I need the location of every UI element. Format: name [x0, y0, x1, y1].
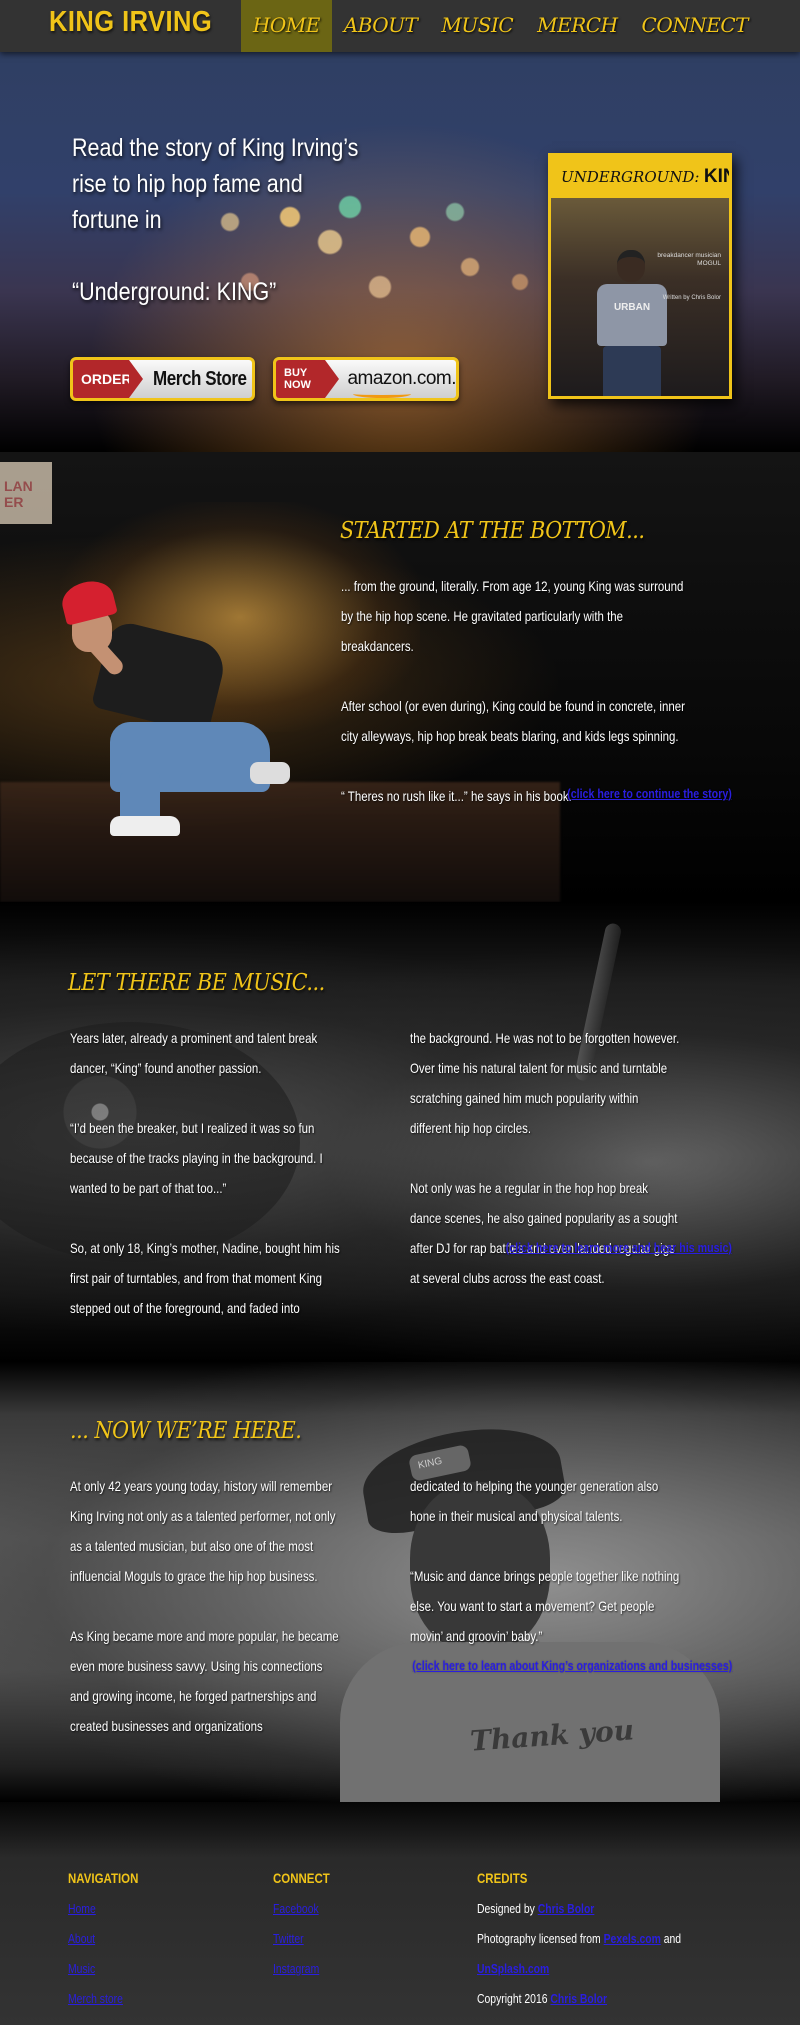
footer-link-merch[interactable]: Merch store	[68, 1984, 137, 2014]
top-nav: KING IRVING HOME ABOUT MUSIC MERCH CONNE…	[0, 0, 800, 52]
book-cover[interactable]: UNDERGROUND: KING URBAN breakdancer musi…	[548, 153, 732, 399]
order-tag: ORDER	[73, 360, 143, 398]
footer-link-home[interactable]: Home	[68, 1894, 137, 1924]
amazon-smile-icon	[353, 390, 412, 398]
footer-connect: CONNECT Facebook Twitter Instagram	[273, 1870, 342, 1984]
section-title: LET THERE BE MUSIC...	[68, 970, 325, 996]
designer-credit: Designed by Chris Bolor	[477, 1894, 681, 1924]
merch-store-label: Merch Store	[153, 367, 247, 390]
footer-heading: CREDITS	[477, 1870, 528, 1886]
main-menu: HOME ABOUT MUSIC MERCH CONNECT	[240, 0, 760, 52]
copyright-link[interactable]: Chris Bolor	[550, 1991, 607, 2006]
footer-navigation: NAVIGATION Home About Music Merch store	[68, 1870, 154, 2014]
nav-music[interactable]: MUSIC	[429, 0, 525, 52]
background-sign: LAN ER	[0, 462, 52, 524]
footer-link-about[interactable]: About	[68, 1924, 137, 1954]
copyright: Copyright 2016 Chris Bolor	[477, 1984, 681, 2014]
footer-link-twitter[interactable]: Twitter	[273, 1924, 328, 1954]
now-paragraph: At only 42 years young today, history wi…	[70, 1478, 336, 1584]
now-paragraph: As King became more and more popular, he…	[70, 1628, 339, 1734]
hero-book-title: “Underground: KING”	[72, 278, 277, 306]
hero-intro: Read the story of King Irving’s rise to …	[72, 134, 359, 234]
book-title-italic: UNDERGROUND:	[561, 168, 700, 186]
nav-home[interactable]: HOME	[240, 0, 332, 52]
photo-credit-2: UnSplash.com	[477, 1954, 681, 1984]
footer-link-facebook[interactable]: Facebook	[273, 1894, 328, 1924]
book-shirt-text: URBAN	[613, 302, 651, 313]
music-paragraph: the background. He was not to be forgott…	[410, 1030, 680, 1136]
now-section: KING Thank you ... NOW WE’RE HERE. At on…	[0, 1362, 800, 1802]
organizations-link[interactable]: (click here to learn about King’s organi…	[412, 1658, 732, 1673]
book-photo: URBAN breakdancer musician MOGUL Written…	[551, 198, 729, 396]
photo-credit: Photography licensed from Pexels.com and	[477, 1924, 681, 1954]
breakdancer-image	[50, 576, 290, 842]
brand-logo[interactable]: KING IRVING	[49, 6, 212, 39]
story-paragraph: ... from the ground, literally. From age…	[341, 578, 684, 654]
story-section: LAN ER STARTED AT THE BOTTOM... ... from…	[0, 452, 800, 902]
music-paragraph: “I’d been the breaker, but I realized it…	[70, 1120, 323, 1196]
footer-credits: CREDITS Designed by Chris Bolor Photogra…	[477, 1870, 732, 2014]
footer-link-instagram[interactable]: Instagram	[273, 1954, 328, 1984]
footer-link-music[interactable]: Music	[68, 1954, 137, 1984]
book-title-bold: KING	[703, 166, 729, 187]
music-paragraph: Years later, already a prominent and tal…	[70, 1030, 318, 1076]
credit-text: Copyright 2016	[477, 1991, 551, 2006]
music-section: LET THERE BE MUSIC... Years later, alrea…	[0, 902, 800, 1362]
now-paragraph: “Music and dance brings people together …	[410, 1568, 680, 1644]
pexels-link[interactable]: Pexels.com	[604, 1931, 661, 1946]
footer-heading: CONNECT	[273, 1870, 330, 1886]
footer-heading: NAVIGATION	[68, 1870, 139, 1886]
continue-story-link[interactable]: (click here to continue the story)	[567, 786, 732, 801]
nav-merch[interactable]: MERCH	[525, 0, 629, 52]
music-paragraph: So, at only 18, King’s mother, Nadine, b…	[70, 1240, 340, 1316]
amazon-buy-button[interactable]: BUY NOW amazon.com.	[273, 357, 459, 401]
now-paragraph: dedicated to helping the younger generat…	[410, 1478, 659, 1524]
music-paragraph: Not only was he a regular in the hop hop…	[410, 1180, 678, 1286]
nav-about[interactable]: ABOUT	[332, 0, 430, 52]
book-figure-image: URBAN	[587, 250, 677, 396]
footer: NAVIGATION Home About Music Merch store …	[0, 1802, 800, 2025]
music-text-col1: Years later, already a prominent and tal…	[70, 1023, 341, 1323]
book-blurb: breakdancer musician MOGUL	[657, 252, 721, 267]
now-text-col2: dedicated to helping the younger generat…	[410, 1471, 681, 1651]
story-text: ... from the ground, literally. From age…	[341, 571, 694, 811]
amazon-logo-text: amazon.com.	[347, 368, 456, 389]
credit-text: Photography licensed from	[477, 1931, 604, 1946]
book-author: Written by Chris Bolor	[662, 295, 721, 301]
amazon-label: amazon.com.	[347, 368, 456, 398]
section-title: ... NOW WE’RE HERE.	[70, 1418, 302, 1444]
section-title: STARTED AT THE BOTTOM...	[340, 518, 645, 544]
designer-link[interactable]: Chris Bolor	[538, 1901, 595, 1916]
unsplash-link[interactable]: UnSplash.com	[477, 1961, 549, 1976]
now-text-col1: At only 42 years young today, history wi…	[70, 1471, 341, 1741]
merch-store-button[interactable]: ORDER Merch Store	[70, 357, 255, 401]
credit-text: and	[660, 1931, 682, 1946]
story-paragraph: After school (or even during), King coul…	[341, 698, 685, 744]
hero-text: Read the story of King Irving’s rise to …	[72, 130, 364, 310]
nav-connect[interactable]: CONNECT	[630, 0, 760, 52]
hear-music-link[interactable]: (click here to learn more and hear his m…	[506, 1240, 732, 1255]
book-title: UNDERGROUND: KING	[551, 156, 729, 198]
buy-now-tag: BUY NOW	[276, 360, 341, 398]
credit-text: Designed by	[477, 1901, 538, 1916]
hero-section: Read the story of King Irving’s rise to …	[0, 52, 800, 452]
